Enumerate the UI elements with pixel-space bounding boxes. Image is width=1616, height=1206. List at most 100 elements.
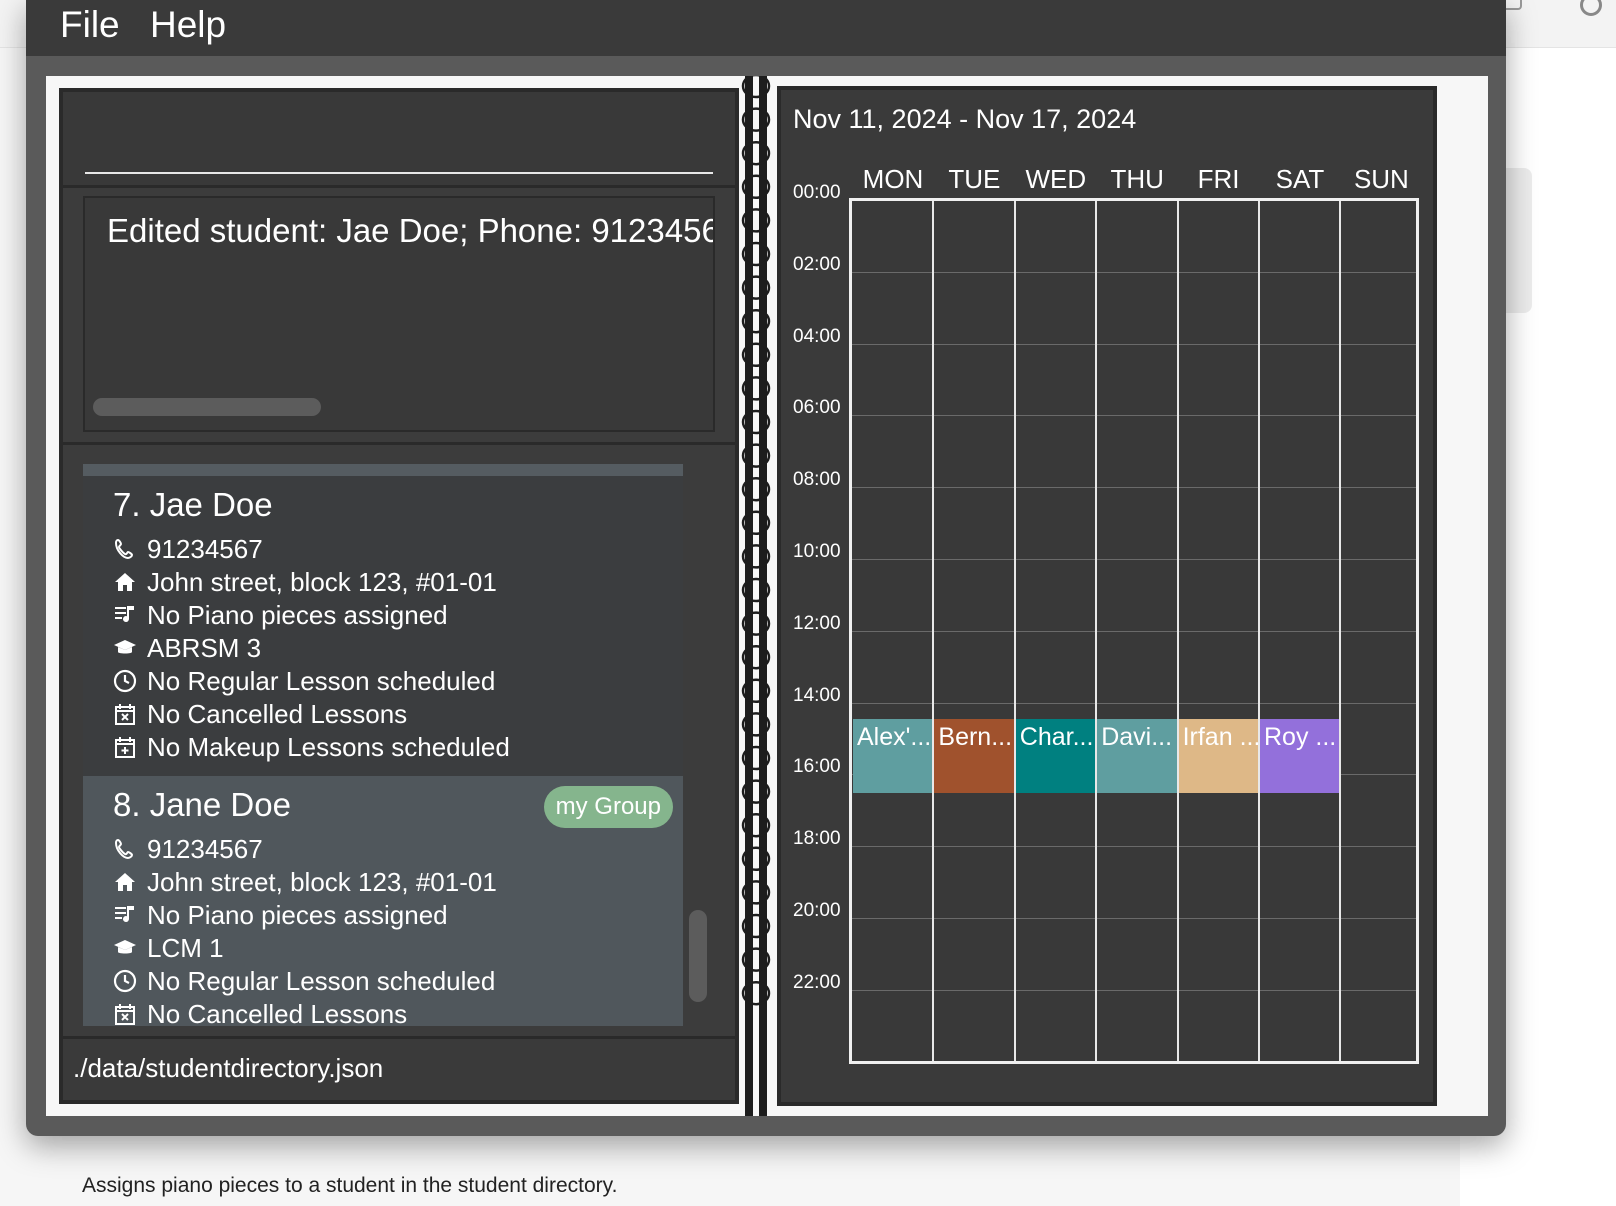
spiral-ring <box>741 76 771 99</box>
pieces-text: No Piano pieces assigned <box>147 599 448 630</box>
calendar-panel: Nov 11, 2024 - Nov 17, 2024 MON TUE WED THU… <box>777 86 1437 1106</box>
day-gridline <box>1339 201 1342 1061</box>
clock-icon <box>113 669 137 693</box>
student-card-selected[interactable]: 8. Jane Doe my Group 91234567 John stree… <box>83 776 683 1026</box>
spiral-ring <box>741 241 771 267</box>
day-gridline <box>932 201 935 1061</box>
hour-gridline <box>852 918 1416 919</box>
spiral-ring <box>741 376 771 401</box>
phone-row: 91234567 <box>113 834 263 864</box>
command-box[interactable] <box>63 92 735 188</box>
day-gridline <box>1013 201 1016 1061</box>
hour-gridline <box>852 702 1416 704</box>
grade-text: LCM 1 <box>147 932 224 963</box>
notebook-binding <box>741 76 771 1116</box>
menu-help[interactable]: Help <box>150 4 226 46</box>
hour-gridline <box>852 630 1416 632</box>
pieces-text: No Piano pieces assigned <box>147 899 448 930</box>
spiral-ring <box>741 678 771 704</box>
time-label: 16:00 <box>793 756 841 778</box>
cancelled-text: No Cancelled Lessons <box>147 998 408 1027</box>
student-card[interactable]: 7. Jae Doe 91234567 John street, block 1… <box>83 476 683 776</box>
student-name: 7. Jae Doe <box>113 486 273 523</box>
spiral-ring <box>741 712 771 737</box>
spiral-ring <box>741 275 771 300</box>
cancelled-row: No Cancelled Lessons <box>113 699 407 729</box>
makeup-row: No Makeup Lessons scheduled <box>113 732 510 762</box>
address-row: John street, block 123, #01-01 <box>113 567 497 597</box>
calendar-cancel-icon <box>115 704 135 725</box>
time-label: 18:00 <box>793 828 841 850</box>
spiral-ring <box>741 644 771 670</box>
phone-text: 91234567 <box>147 833 263 864</box>
app-window: File Help Edited student: Jae Doe; Phone… <box>26 0 1506 1136</box>
day-label-fri: FRI <box>1197 164 1240 194</box>
spiral-ring <box>741 880 771 905</box>
hour-gridline <box>852 343 1416 345</box>
menu-bar: File Help <box>26 0 1506 56</box>
spiral-ring <box>741 208 771 233</box>
spiral-ring <box>741 846 771 872</box>
spiral-ring <box>741 342 771 368</box>
lesson-event[interactable]: Irfan ... <box>1178 719 1258 793</box>
time-label: 00:00 <box>793 182 841 203</box>
phone-icon <box>114 838 134 860</box>
calendar-grid: Alex'... Bern... Char... Davi... Irfan ... Ro… <box>849 198 1419 1064</box>
command-input[interactable] <box>85 172 713 174</box>
time-label: 04:00 <box>793 325 841 347</box>
spiral-ring <box>741 947 771 972</box>
menu-file[interactable]: File <box>60 4 120 46</box>
address-text: John street, block 123, #01-01 <box>147 866 497 897</box>
lesson-event[interactable]: Alex'... <box>853 719 933 793</box>
time-label: 12:00 <box>793 612 841 634</box>
phone-icon <box>114 538 134 560</box>
home-icon <box>115 873 135 891</box>
time-label: 06:00 <box>793 397 841 419</box>
student-name: 8. Jane Doe <box>113 786 291 823</box>
status-bar: ./data/studentdirectory.json <box>63 1036 735 1100</box>
lesson-event[interactable]: Davi... <box>1097 719 1177 793</box>
hour-gridline <box>852 989 1416 991</box>
day-gridline <box>1258 201 1260 1061</box>
day-gridline <box>1176 201 1179 1061</box>
spiral-ring <box>741 611 771 636</box>
regular-lesson-text: No Regular Lesson scheduled <box>147 665 496 696</box>
makeup-text: No Makeup Lessons scheduled <box>147 731 510 762</box>
regular-lesson-row: No Regular Lesson scheduled <box>113 666 495 696</box>
student-list: 7. Jae Doe 91234567 John street, block 1… <box>83 464 683 1026</box>
group-tag: my Group <box>543 786 673 828</box>
time-label: 14:00 <box>793 684 841 706</box>
spiral-ring <box>741 779 771 804</box>
hour-gridline <box>852 487 1416 489</box>
hour-gridline <box>852 559 1416 560</box>
music-list-icon <box>115 606 134 623</box>
grade-row: LCM 1 <box>113 933 224 963</box>
spiral-ring <box>741 745 771 771</box>
lesson-event[interactable]: Roy ... <box>1260 719 1340 793</box>
day-gridline <box>1095 201 1098 1061</box>
list-vertical-scrollbar[interactable] <box>689 910 707 1002</box>
grade-row: ABRSM 3 <box>113 633 261 663</box>
pieces-row: No Piano pieces assigned <box>113 900 448 930</box>
lesson-event[interactable]: Bern... <box>934 719 1014 793</box>
spiral-ring <box>741 308 771 334</box>
day-label-mon: MON <box>862 164 924 194</box>
phone-row: 91234567 <box>113 534 263 564</box>
week-range-title: Nov 11, 2024 - Nov 17, 2024 <box>793 104 1137 134</box>
home-icon <box>115 573 135 591</box>
spiral-ring <box>741 174 771 200</box>
spiral-rings <box>741 76 771 1006</box>
music-list-icon <box>115 906 134 923</box>
time-label: 08:00 <box>793 469 841 491</box>
lesson-event[interactable]: Char... <box>1015 719 1096 793</box>
result-display: Edited student: Jae Doe; Phone: 91234567 <box>83 196 715 432</box>
time-label: 10:00 <box>793 541 841 562</box>
time-label: 20:00 <box>793 900 841 921</box>
result-horizontal-scrollbar[interactable] <box>93 398 321 416</box>
spiral-ring <box>741 980 771 1006</box>
hour-gridline <box>852 271 1416 273</box>
day-label-wed: WED <box>1025 164 1087 194</box>
cancelled-row: No Cancelled Lessons <box>113 999 407 1026</box>
time-label: 22:00 <box>793 971 841 993</box>
result-text: Edited student: Jae Doe; Phone: 91234567 <box>107 212 715 249</box>
